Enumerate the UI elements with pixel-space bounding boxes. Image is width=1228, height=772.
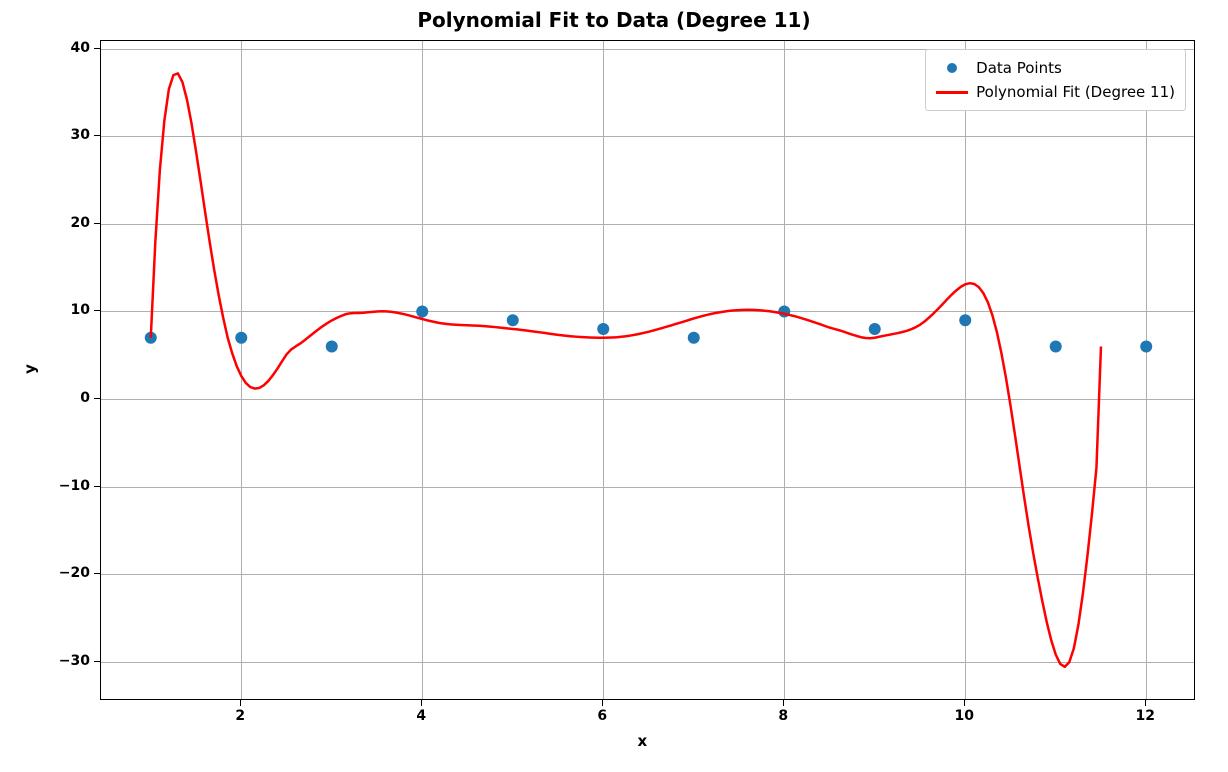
y-tick: [94, 223, 100, 224]
y-axis-label: y: [21, 364, 39, 374]
y-tick-label: −10: [59, 478, 90, 494]
y-tick: [94, 661, 100, 662]
x-tick: [421, 700, 422, 706]
x-tick-label: 2: [235, 708, 245, 724]
data-point: [688, 332, 700, 344]
data-point: [507, 314, 519, 326]
chart-svg: [101, 41, 1196, 701]
y-tick-label: 10: [71, 302, 90, 318]
x-tick-label: 4: [416, 708, 426, 724]
x-tick: [240, 700, 241, 706]
y-tick: [94, 398, 100, 399]
chart-container: Polynomial Fit to Data (Degree 11) Data …: [0, 0, 1228, 772]
y-tick: [94, 48, 100, 49]
x-tick: [602, 700, 603, 706]
y-tick: [94, 135, 100, 136]
x-axis-label: x: [638, 732, 648, 750]
y-tick: [94, 310, 100, 311]
y-tick: [94, 486, 100, 487]
x-tick-label: 6: [597, 708, 607, 724]
y-tick-label: 20: [71, 215, 90, 231]
x-tick: [1145, 700, 1146, 706]
x-tick: [964, 700, 965, 706]
data-point: [1140, 340, 1152, 352]
polyfit-line: [151, 73, 1101, 666]
y-tick-label: 40: [71, 40, 90, 56]
plot-area: Data Points Polynomial Fit (Degree 11): [100, 40, 1195, 700]
legend: Data Points Polynomial Fit (Degree 11): [925, 49, 1186, 111]
data-point: [869, 323, 881, 335]
y-tick-label: −20: [59, 565, 90, 581]
data-point: [1050, 340, 1062, 352]
chart-title: Polynomial Fit to Data (Degree 11): [0, 8, 1228, 32]
legend-label: Polynomial Fit (Degree 11): [976, 83, 1175, 101]
legend-entry-polyfit: Polynomial Fit (Degree 11): [936, 80, 1175, 104]
data-point: [326, 340, 338, 352]
y-tick: [94, 573, 100, 574]
legend-entry-data-points: Data Points: [936, 56, 1175, 80]
legend-label: Data Points: [976, 59, 1062, 77]
legend-marker-icon: [936, 63, 968, 73]
x-tick-label: 12: [1135, 708, 1154, 724]
data-point: [416, 305, 428, 317]
data-point: [959, 314, 971, 326]
y-tick-label: −30: [59, 653, 90, 669]
x-tick-label: 8: [778, 708, 788, 724]
data-point: [235, 332, 247, 344]
x-tick-label: 10: [954, 708, 973, 724]
y-tick-label: 30: [71, 127, 90, 143]
legend-line-icon: [936, 91, 968, 94]
x-tick: [783, 700, 784, 706]
y-tick-label: 0: [80, 390, 90, 406]
data-point: [597, 323, 609, 335]
